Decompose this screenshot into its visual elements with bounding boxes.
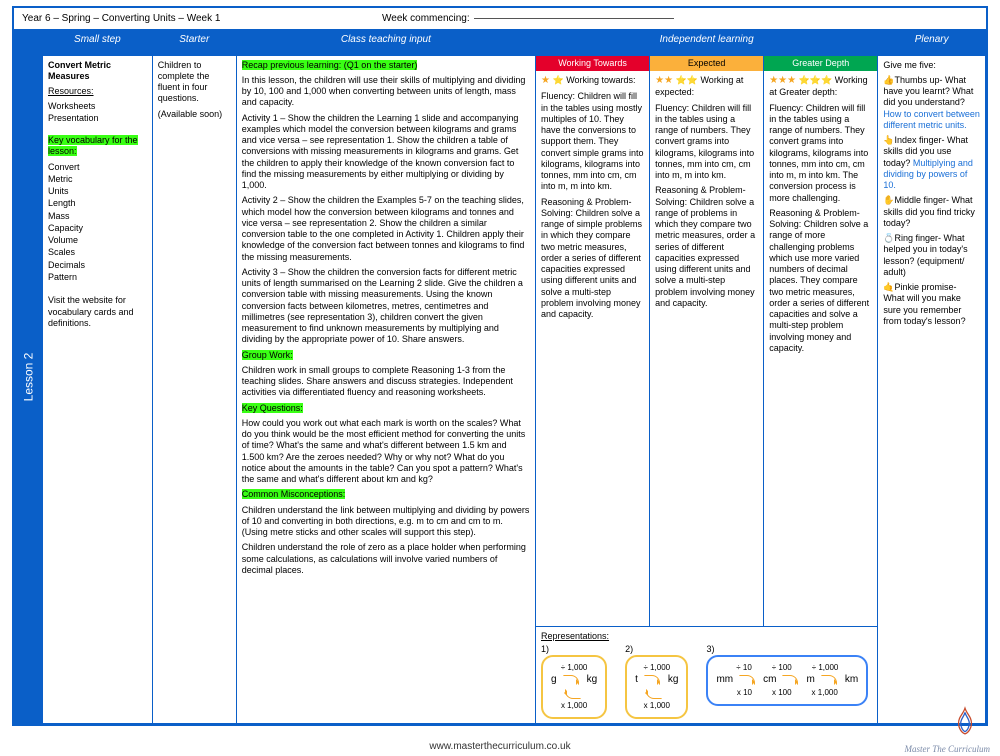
rep1-box: ÷ 1,000 gkg gkg x 1,000 [541,655,607,719]
ex-header: Expected [650,56,764,71]
teaching-cell: Recap previous learning: (Q1 on the star… [236,55,535,723]
vocab-footnote: Visit the website for vocabulary cards a… [48,295,147,329]
week-commencing-input-line[interactable] [474,18,674,19]
rep3-box: ÷ 10 ÷ 100 ÷ 1,000 mm cm m [706,655,868,706]
page-header: Year 6 – Spring – Converting Units – Wee… [14,8,986,30]
starter-cell: Children to complete the fluent in four … [152,55,236,723]
wt-content: ★ ⭐ Working towards: Fluency: Children w… [536,71,650,626]
topic: Convert Metric Measures [48,60,147,83]
star-icon: ★★★ [769,75,796,86]
lesson-plan-page: Year 6 – Spring – Converting Units – Wee… [12,6,988,726]
group-label: Group Work: [242,350,293,360]
star-icon: ★ [541,75,550,86]
recap-label: Recap previous learning: (Q1 on the star… [242,60,418,70]
vocab-label: Key vocabulary for the lesson: [48,135,138,156]
ex-content: ★★ ⭐⭐ Working at expected: Fluency: Chil… [650,71,764,626]
plenary-cell: Give me five: 👍Thumbs up- What have you … [878,55,986,723]
col-independent: Independent learning [536,31,878,56]
resources-label: Resources: [48,86,147,97]
rep2-box: ÷ 1,000 tkg tkg x 1,000 [625,655,688,719]
gd-content: ★★★ ⭐⭐⭐ Working at Greater depth: Fluenc… [764,71,877,626]
wt-header: Working Towards [536,56,650,71]
independent-cell: Working Towards Expected Greater Depth ★… [536,55,878,723]
vocab-list: ConvertMetric UnitsLength MassCapacity V… [48,162,147,284]
gd-header: Greater Depth [764,56,877,71]
resource: Worksheets [48,101,147,112]
lesson-side-label: Lesson 2 [14,30,42,724]
representations: Representations: 1) ÷ 1,000 gkg gkg [536,626,877,724]
footer-url: www.masterthecurriculum.co.uk [0,741,1000,752]
small-step-cell: Convert Metric Measures Resources: Works… [43,55,153,723]
col-plenary: Plenary [878,31,986,56]
plan-table: Small step Starter Class teaching input … [42,30,986,724]
lesson-title: Year 6 – Spring – Converting Units – Wee… [22,13,322,24]
kq-label: Key Questions: [242,403,303,413]
col-starter: Starter [152,31,236,56]
flame-icon [952,706,978,738]
col-small-step: Small step [43,31,153,56]
col-teaching: Class teaching input [236,31,535,56]
star-icon: ★★ [655,75,673,86]
cm-label: Common Misconceptions: [242,489,346,499]
brand-logo: Master The Curriculum [905,744,991,754]
resource: Presentation [48,113,147,124]
week-commencing-label: Week commencing: [382,13,470,24]
